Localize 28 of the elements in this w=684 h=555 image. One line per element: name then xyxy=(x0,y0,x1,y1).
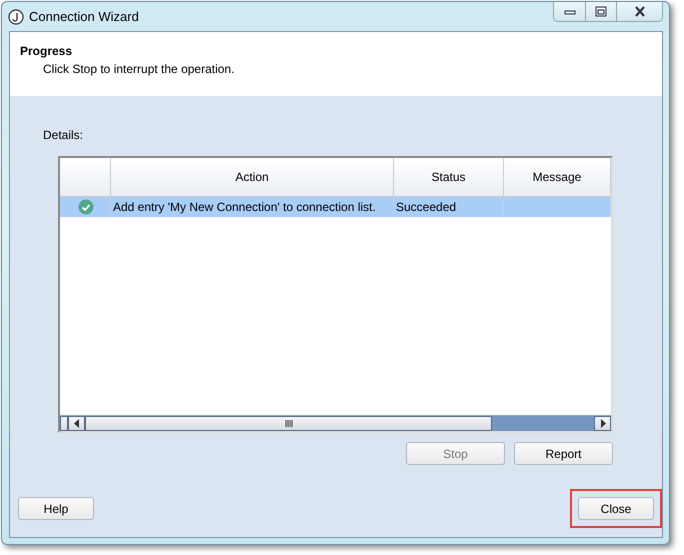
check-circle-icon xyxy=(78,199,94,215)
page-title: Progress xyxy=(20,43,74,60)
close-window-button[interactable] xyxy=(616,2,662,21)
scrollbar-end-cap xyxy=(60,416,68,431)
page-subtitle: Click Stop to interrupt the operation. xyxy=(43,62,234,76)
maximize-icon xyxy=(595,6,607,17)
left-arrow-icon xyxy=(74,419,80,428)
dialog-button[interactable]: Report xyxy=(514,442,613,465)
column-header[interactable]: Status xyxy=(431,168,466,186)
scroll-thumb[interactable] xyxy=(85,416,492,431)
app-icon xyxy=(8,8,24,24)
maximize-button[interactable] xyxy=(585,2,616,21)
table-cell-text: Succeeded xyxy=(396,199,456,216)
right-arrow-icon xyxy=(600,419,606,428)
minimize-button[interactable] xyxy=(554,2,585,21)
dialog-button[interactable]: Help xyxy=(18,497,94,520)
column-header[interactable]: Action xyxy=(235,168,269,186)
dialog-button[interactable]: Close xyxy=(578,497,654,520)
close-icon xyxy=(634,6,646,17)
table-row[interactable]: Add entry 'My New Connection' to connection list. Succeeded xyxy=(60,197,611,217)
column-header[interactable]: Message xyxy=(532,168,582,186)
details-label: Details: xyxy=(43,128,84,142)
minimize-icon xyxy=(564,8,576,14)
horizontal-scrollbar[interactable] xyxy=(60,415,611,431)
scroll-left-button[interactable] xyxy=(68,416,85,431)
table-cell-text: Add entry 'My New Connection' to connection list. xyxy=(113,199,376,216)
scroll-right-button[interactable] xyxy=(594,416,611,431)
window-title: Connection Wizard xyxy=(29,8,139,26)
